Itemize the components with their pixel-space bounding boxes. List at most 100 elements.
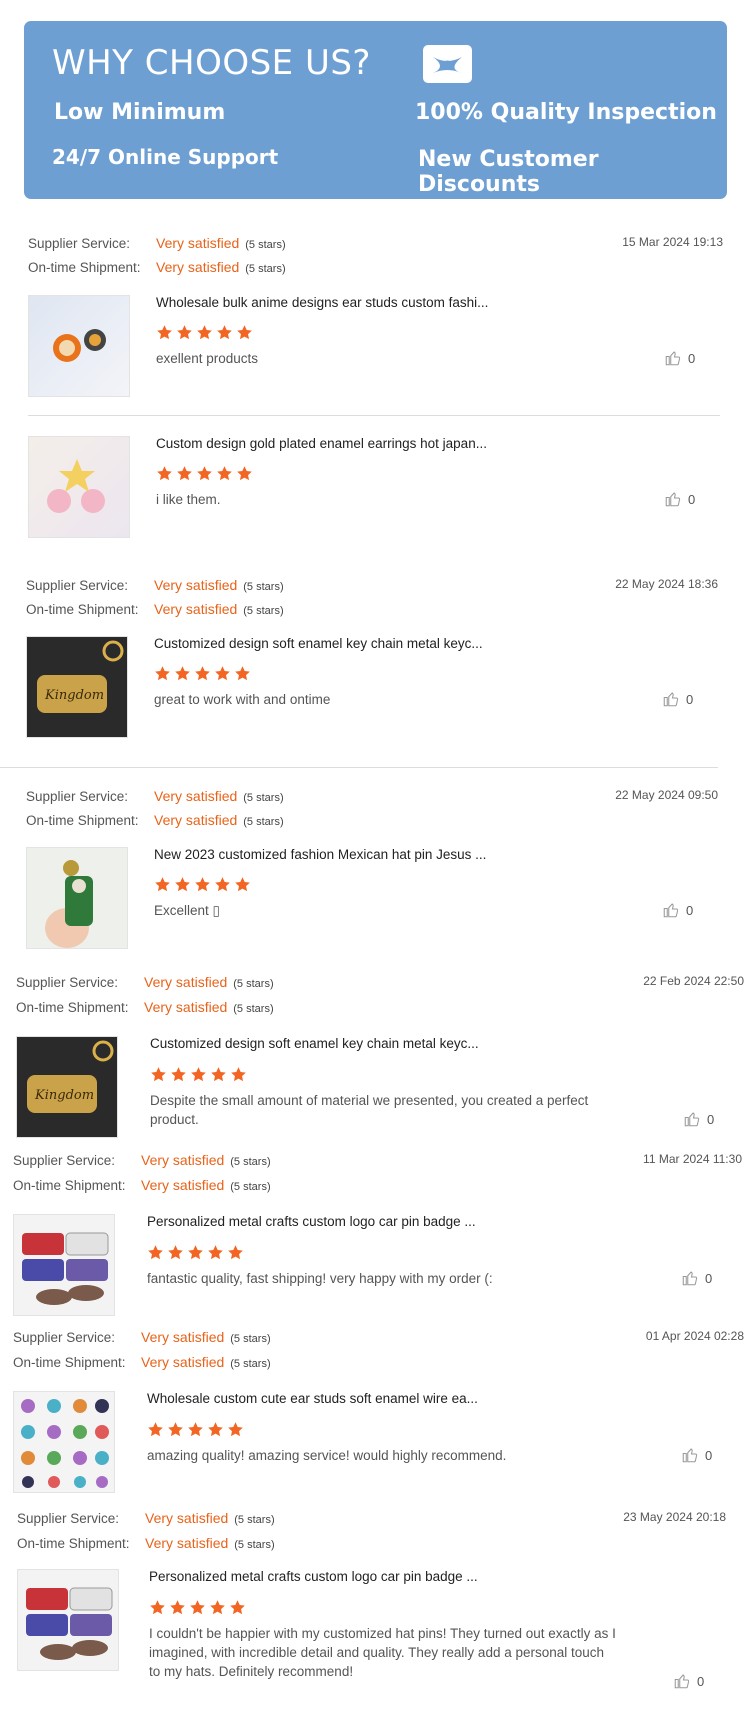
supplier-service-value: Very satisfied [156, 235, 240, 251]
supplier-stars-count: (5 stars) [230, 1156, 271, 1168]
why-choose-us-banner: WHY CHOOSE US? Low Minimum 100% Quality … [24, 21, 727, 199]
star-icon [207, 1421, 224, 1438]
shipment-row: On-time Shipment: Very satisfied (5 stars) [16, 999, 274, 1015]
star-rating [147, 1421, 247, 1439]
supplier-service-label: Supplier Service: [17, 1511, 120, 1526]
close-x-icon [423, 45, 472, 83]
star-icon [229, 1599, 246, 1616]
star-rating [147, 1244, 247, 1262]
review-date: 11 Mar 2024 11:30 [643, 1152, 742, 1166]
product-title-link[interactable]: Custom design gold plated enamel earring… [156, 436, 487, 451]
thumbs-up-icon [682, 1448, 698, 1463]
supplier-stars-count: (5 stars) [233, 978, 274, 990]
shipment-row: On-time Shipment: Very satisfied (5 stars) [26, 812, 284, 828]
supplier-service-label: Supplier Service: [28, 236, 131, 251]
star-icon [147, 1244, 164, 1261]
product-thumbnail[interactable] [28, 436, 130, 538]
shipment-row: On-time Shipment: Very satisfied (5 stars) [26, 601, 284, 617]
product-thumbnail[interactable]: Kingdom [26, 636, 128, 738]
star-icon [174, 876, 191, 893]
supplier-service-row: Supplier Service: Very satisfied (5 stars) [16, 974, 274, 990]
star-rating [156, 465, 256, 483]
product-title-link[interactable]: New 2023 customized fashion Mexican hat … [154, 847, 486, 862]
like-count: 0 [707, 1112, 715, 1127]
supplier-service-value: Very satisfied [141, 1329, 225, 1345]
shipment-value: Very satisfied [154, 601, 238, 617]
supplier-service-value: Very satisfied [141, 1152, 225, 1168]
shipment-stars-count: (5 stars) [233, 1003, 274, 1015]
review-date: 22 May 2024 18:36 [615, 577, 718, 591]
star-icon [187, 1244, 204, 1261]
product-thumbnail[interactable] [13, 1391, 115, 1493]
shipment-label: On-time Shipment: [26, 602, 139, 617]
supplier-stars-count: (5 stars) [245, 239, 286, 251]
supplier-service-row: Supplier Service: Very satisfied (5 stars) [26, 577, 284, 593]
star-icon [230, 1066, 247, 1083]
star-rating [154, 876, 254, 894]
product-title-link[interactable]: Personalized metal crafts custom logo ca… [149, 1569, 478, 1584]
star-icon [196, 465, 213, 482]
like-count: 0 [705, 1448, 713, 1463]
star-icon [207, 1244, 224, 1261]
supplier-stars-count: (5 stars) [230, 1333, 271, 1345]
product-title-link[interactable]: Personalized metal crafts custom logo ca… [147, 1214, 476, 1229]
like-count: 0 [686, 692, 694, 707]
star-icon [156, 324, 173, 341]
star-icon [190, 1066, 207, 1083]
thumbs-up-icon [663, 903, 679, 918]
supplier-service-value: Very satisfied [145, 1510, 229, 1526]
shipment-label: On-time Shipment: [28, 260, 141, 275]
shipment-value: Very satisfied [141, 1354, 225, 1370]
supplier-service-label: Supplier Service: [26, 789, 129, 804]
star-icon [227, 1421, 244, 1438]
shipment-label: On-time Shipment: [13, 1178, 126, 1193]
product-thumbnail[interactable]: Kingdom [16, 1036, 118, 1138]
star-icon [209, 1599, 226, 1616]
star-icon [194, 876, 211, 893]
review-date: 23 May 2024 20:18 [623, 1510, 726, 1524]
thumbs-up-icon [665, 492, 681, 507]
product-title-link[interactable]: Customized design soft enamel key chain … [154, 636, 483, 651]
star-icon [174, 665, 191, 682]
supplier-service-row: Supplier Service: Very satisfied (5 stars) [26, 788, 284, 804]
feature-low-minimum: Low Minimum [54, 100, 226, 125]
supplier-service-label: Supplier Service: [26, 578, 129, 593]
star-icon [234, 876, 251, 893]
star-icon [167, 1244, 184, 1261]
star-icon [227, 1244, 244, 1261]
star-icon [170, 1066, 187, 1083]
star-icon [176, 324, 193, 341]
shipment-value: Very satisfied [144, 999, 228, 1015]
star-icon [154, 876, 171, 893]
shipment-value: Very satisfied [156, 259, 240, 275]
review-comment: great to work with and ontime [154, 692, 331, 707]
star-icon [194, 665, 211, 682]
divider [28, 415, 720, 416]
product-thumbnail[interactable] [13, 1214, 115, 1316]
star-icon [156, 465, 173, 482]
like-count: 0 [697, 1674, 705, 1689]
star-rating [150, 1066, 250, 1084]
star-icon [210, 1066, 227, 1083]
star-icon [189, 1599, 206, 1616]
shipment-value: Very satisfied [154, 812, 238, 828]
feature-customer-discounts: New Customer Discounts [418, 147, 599, 197]
thumbs-up-icon [684, 1112, 700, 1127]
review-comment: Excellent ▯ [154, 903, 220, 918]
supplier-service-value: Very satisfied [154, 577, 238, 593]
product-title-link[interactable]: Customized design soft enamel key chain … [150, 1036, 479, 1051]
product-title-link[interactable]: Wholesale custom cute ear studs soft ena… [147, 1391, 478, 1406]
like-count: 0 [705, 1271, 713, 1286]
star-icon [150, 1066, 167, 1083]
shipment-value: Very satisfied [145, 1535, 229, 1551]
product-thumbnail[interactable] [26, 847, 128, 949]
supplier-service-row: Supplier Service: Very satisfied (5 stars) [28, 235, 286, 251]
review-date: 01 Apr 2024 02:28 [645, 1329, 744, 1343]
review-comment: exellent products [156, 351, 259, 366]
product-title-link[interactable]: Wholesale bulk anime designs ear studs c… [156, 295, 488, 310]
product-thumbnail[interactable] [28, 295, 130, 397]
review-comment: amazing quality! amazing service! would … [147, 1448, 507, 1463]
product-thumbnail[interactable] [17, 1569, 119, 1671]
supplier-service-row: Supplier Service: Very satisfied (5 stars) [13, 1329, 271, 1345]
supplier-service-label: Supplier Service: [16, 975, 119, 990]
